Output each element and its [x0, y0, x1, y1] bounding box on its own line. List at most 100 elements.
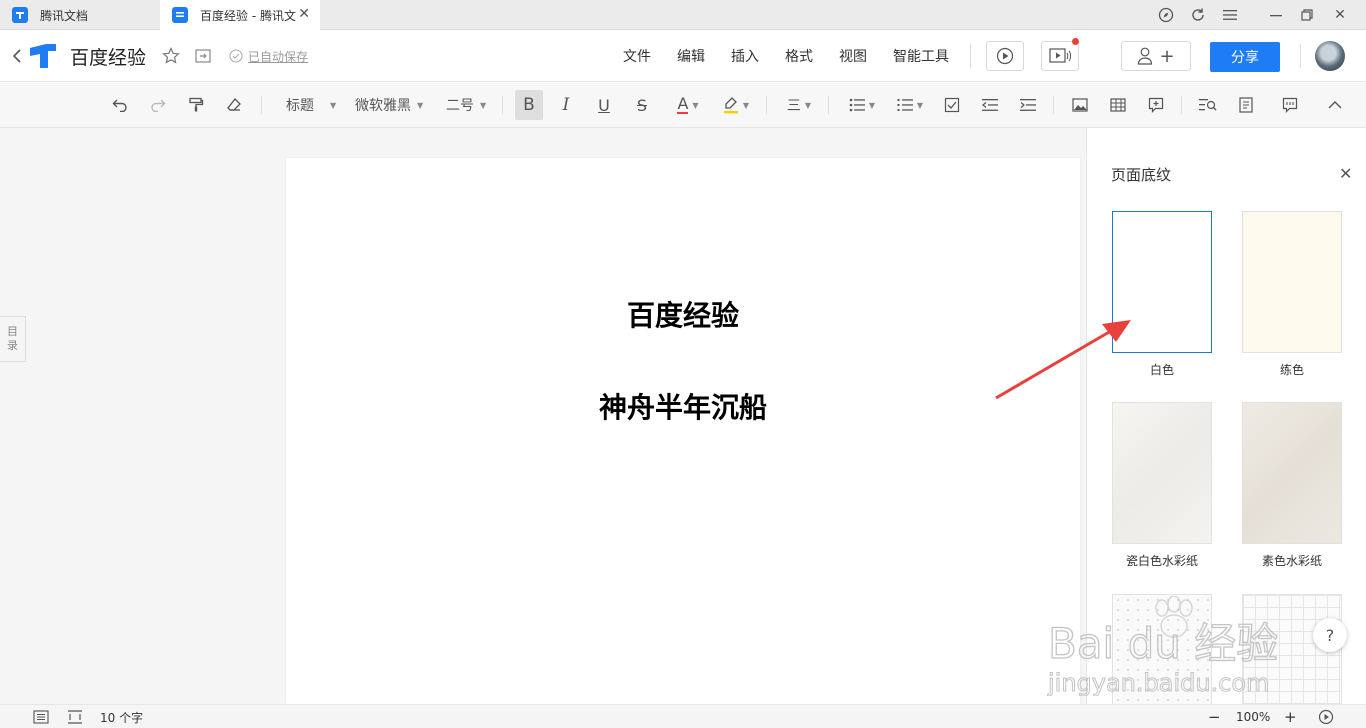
divider [766, 96, 767, 114]
bullet-list-button[interactable]: ▼ [846, 94, 878, 116]
menu-icon[interactable] [1220, 5, 1240, 25]
underline-button[interactable]: U [594, 94, 614, 116]
minimize-icon[interactable] [1266, 5, 1286, 25]
close-panel-icon[interactable]: ✕ [1339, 164, 1352, 183]
divider [261, 96, 262, 114]
comments-panel-icon[interactable] [1280, 94, 1300, 116]
increase-indent-icon[interactable] [1018, 94, 1038, 116]
font-color-button[interactable]: A ▼ [672, 94, 704, 116]
formatting-toolbar: 标题 ▼ 微软雅黑 ▼ 二号 ▼ B I U S A ▼ ▼ 三 ▼ ▼ ▼ [0, 82, 1366, 128]
zoom-level[interactable]: 100% [1236, 708, 1270, 726]
restore-icon[interactable] [1297, 5, 1317, 25]
caret-down-icon: ▼ [742, 100, 750, 110]
caret-down-icon: ▼ [868, 100, 876, 110]
close-window-icon[interactable]: ✕ [1330, 5, 1350, 25]
insert-table-icon[interactable] [1108, 94, 1128, 116]
numbered-list-button[interactable]: ▼ [894, 94, 926, 116]
font-family-select[interactable]: 微软雅黑 ▼ [355, 94, 423, 116]
screen-share-button[interactable] [1041, 38, 1079, 71]
document-line[interactable]: 神舟半年沉船 [286, 386, 1080, 426]
swatch-porcelain-watercolor[interactable] [1112, 402, 1212, 544]
decrease-indent-icon[interactable] [980, 94, 1000, 116]
menu-smart-tools[interactable]: 智能工具 [893, 42, 949, 70]
highlighter-icon [723, 97, 738, 114]
toc-label-2: 录 [7, 339, 18, 352]
zoom-out-button[interactable]: − [1208, 708, 1221, 726]
caret-down-icon: ▼ [804, 100, 812, 110]
play-icon[interactable] [1318, 708, 1334, 726]
insert-comment-icon[interactable] [1146, 94, 1166, 116]
present-button[interactable] [986, 41, 1024, 71]
divider [1181, 96, 1182, 114]
zoom-in-button[interactable]: + [1284, 708, 1297, 726]
screen-share-icon [1049, 48, 1071, 63]
menu-file[interactable]: 文件 [623, 42, 651, 70]
caret-down-icon: ▼ [692, 100, 699, 110]
play-icon [996, 47, 1014, 65]
panel-title: 页面底纹 [1111, 166, 1172, 184]
tab-current-doc[interactable]: 百度经验 - 腾讯文 ✕ [160, 0, 320, 30]
compass-icon[interactable] [1156, 5, 1176, 25]
menu-format[interactable]: 格式 [785, 42, 813, 70]
find-replace-icon[interactable] [1198, 94, 1218, 116]
swatch-plain-watercolor[interactable] [1242, 402, 1342, 544]
paragraph-style-select[interactable]: 标题 ▼ [286, 94, 336, 116]
document-header: 百度经验 已自动保存 文件 编辑 插入 格式 视图 智能工具 + 分享 [0, 30, 1366, 82]
annotation-arrow [995, 320, 1131, 400]
font-color-icon: A [677, 94, 689, 114]
menu-insert[interactable]: 插入 [731, 42, 759, 70]
swatch-cream[interactable] [1242, 211, 1342, 353]
outline-view-icon[interactable] [33, 708, 49, 726]
align-button[interactable]: 三 ▼ [784, 94, 814, 116]
caret-down-icon: ▼ [330, 100, 337, 110]
refresh-icon[interactable] [1188, 5, 1208, 25]
page-settings-icon[interactable] [1236, 94, 1256, 116]
move-to-folder-icon[interactable] [195, 42, 211, 70]
checkbox-list-icon[interactable] [942, 94, 962, 116]
divider [828, 96, 829, 114]
caret-down-icon: ▼ [417, 100, 424, 110]
italic-button[interactable]: I [556, 94, 576, 116]
doc-icon [172, 7, 188, 23]
style-label: 标题 [286, 98, 314, 114]
menu-edit[interactable]: 编辑 [677, 42, 705, 70]
help-button[interactable]: ? [1313, 618, 1347, 652]
tab-tencent-docs[interactable]: 腾讯文档 [0, 0, 158, 30]
highlight-button[interactable]: ▼ [720, 94, 752, 116]
undo-icon[interactable] [110, 94, 130, 116]
divider [970, 44, 971, 68]
page-layout-icon[interactable] [67, 708, 83, 726]
font-size-select[interactable]: 二号 ▼ [446, 94, 486, 116]
align-icon: 三 [786, 98, 801, 114]
close-tab-icon[interactable]: ✕ [298, 6, 310, 22]
menu-view[interactable]: 视图 [839, 42, 867, 70]
add-collaborator-button[interactable]: + [1121, 41, 1191, 71]
swatch-label: 练色 [1279, 363, 1304, 377]
avatar[interactable] [1315, 41, 1345, 71]
document-heading[interactable]: 百度经验 [286, 294, 1080, 334]
star-icon[interactable] [162, 42, 180, 70]
document-page[interactable]: 百度经验 神舟半年沉船 [286, 158, 1080, 704]
caret-down-icon: ▼ [916, 100, 924, 110]
divider [1300, 44, 1301, 68]
caret-down-icon: ▼ [480, 100, 487, 110]
document-title[interactable]: 百度经验 [70, 42, 146, 70]
swatch-dotted[interactable] [1112, 594, 1212, 704]
back-icon[interactable] [12, 42, 22, 70]
tab-label: 腾讯文档 [40, 8, 89, 23]
word-count: 10 个字 [100, 710, 144, 725]
share-button[interactable]: 分享 [1210, 42, 1280, 72]
redo-icon[interactable] [148, 94, 168, 116]
bold-button[interactable]: B [515, 90, 543, 120]
tab-label: 百度经验 - 腾讯文 [200, 8, 296, 23]
collapse-toolbar-icon[interactable] [1325, 94, 1345, 116]
insert-image-icon[interactable] [1070, 94, 1090, 116]
format-painter-icon[interactable] [186, 94, 206, 116]
status-bar: 10 个字 − 100% + [0, 704, 1366, 728]
strikethrough-button[interactable]: S [632, 94, 652, 116]
font-label: 微软雅黑 [355, 98, 411, 114]
clear-format-icon[interactable] [224, 94, 244, 116]
tencent-docs-logo-icon [12, 7, 28, 23]
toc-toggle[interactable]: 目 录 [0, 316, 26, 362]
tencent-docs-logo-icon[interactable] [28, 42, 58, 70]
